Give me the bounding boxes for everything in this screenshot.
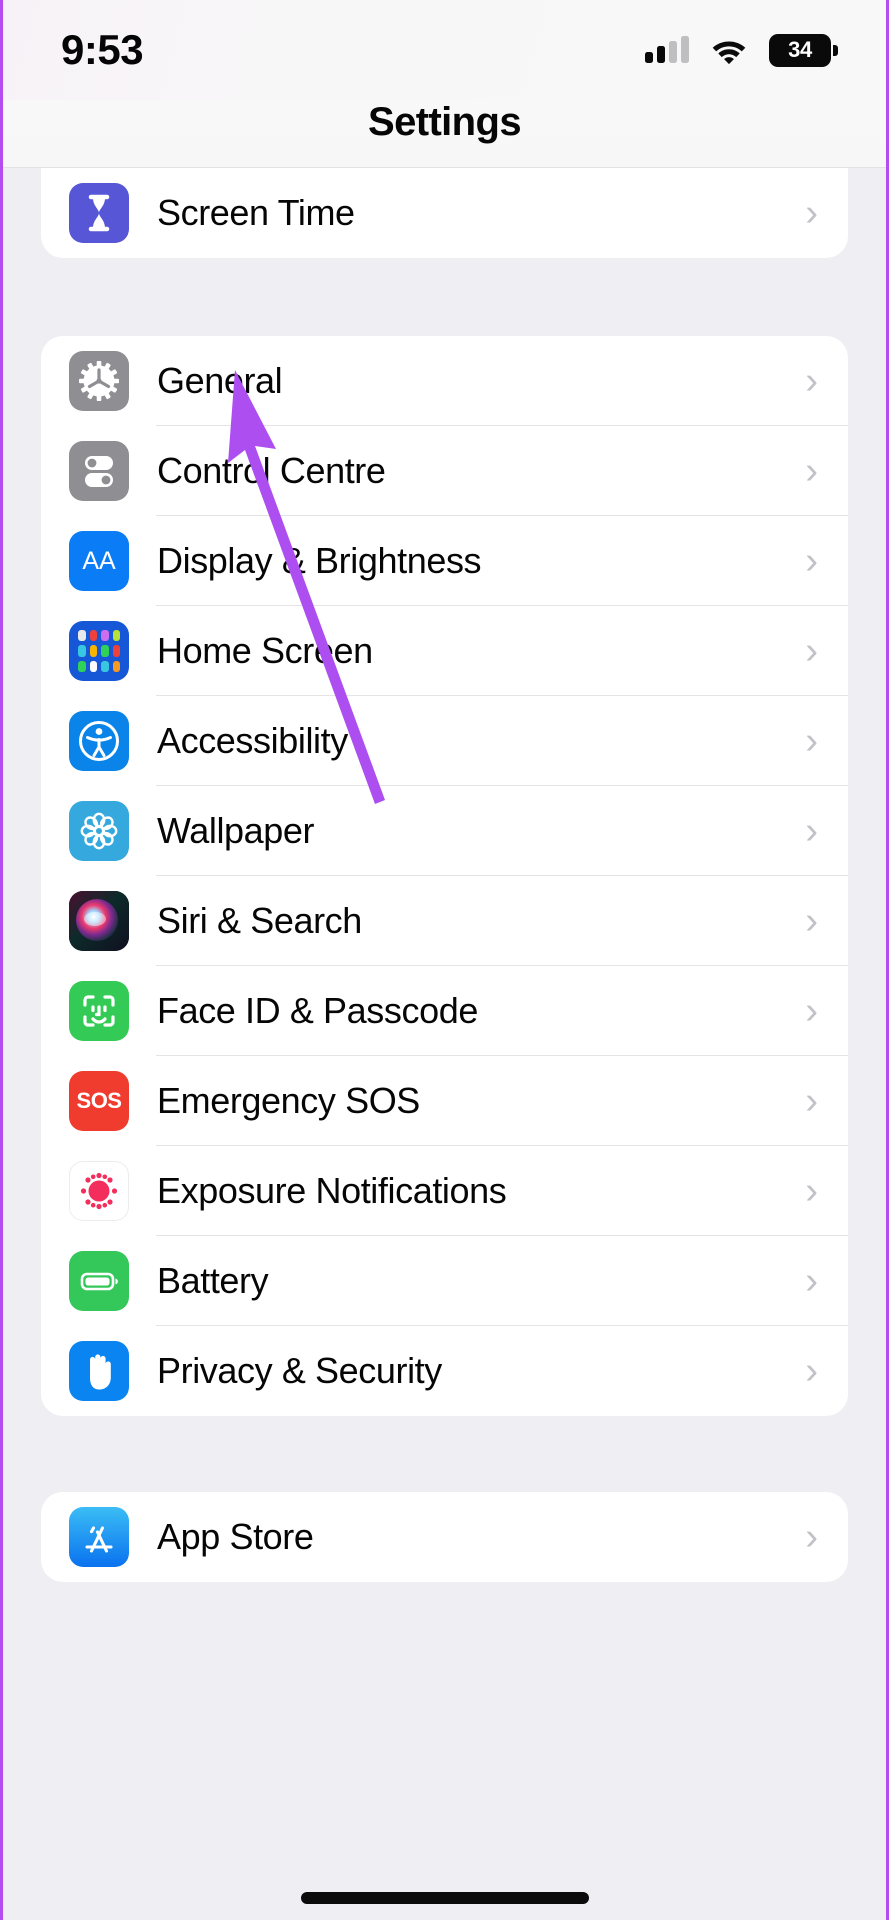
settings-row-exposure-notifications[interactable]: Exposure Notifications › xyxy=(41,1146,848,1236)
status-bar-clock: 9:53 xyxy=(61,26,144,73)
chevron-right-icon: › xyxy=(805,810,818,852)
siri-orb-icon xyxy=(69,891,129,951)
navigation-bar: Settings xyxy=(3,100,886,168)
settings-row-battery[interactable]: Battery › xyxy=(41,1236,848,1326)
settings-group-screen-time: Screen Time › xyxy=(41,168,848,258)
chevron-right-icon: › xyxy=(805,1516,818,1558)
settings-row-privacy-security[interactable]: Privacy & Security › xyxy=(41,1326,848,1416)
settings-row-label: Face ID & Passcode xyxy=(157,990,478,1031)
battery-percent-label: 34 xyxy=(788,37,812,62)
chevron-right-icon: › xyxy=(805,630,818,672)
hourglass-icon xyxy=(69,183,129,243)
wifi-icon xyxy=(709,36,749,65)
settings-row-label: App Store xyxy=(157,1516,314,1557)
settings-row-home-screen[interactable]: Home Screen › xyxy=(41,606,848,696)
accessibility-person-icon xyxy=(69,711,129,771)
iphone-screen: 9:53 34 Settings Screen Time › General ›… xyxy=(0,0,889,1920)
status-bar-indicators: 34 xyxy=(645,33,838,67)
chevron-right-icon: › xyxy=(805,1170,818,1212)
chevron-right-icon: › xyxy=(805,540,818,582)
settings-row-screen-time[interactable]: Screen Time › xyxy=(41,168,848,258)
status-bar: 9:53 34 xyxy=(3,0,886,100)
settings-row-label: Emergency SOS xyxy=(157,1080,420,1121)
chevron-right-icon: › xyxy=(805,192,818,234)
page-title: Settings xyxy=(368,100,522,144)
settings-row-label: Siri & Search xyxy=(157,900,362,941)
chevron-right-icon: › xyxy=(805,450,818,492)
app-grid-dots xyxy=(69,621,129,681)
settings-row-face-id-passcode[interactable]: Face ID & Passcode › xyxy=(41,966,848,1056)
chevron-right-icon: › xyxy=(805,990,818,1032)
battery-full-icon xyxy=(69,1251,129,1311)
hand-raised-icon xyxy=(69,1341,129,1401)
aa-label: AA xyxy=(82,546,116,575)
chevron-right-icon: › xyxy=(805,900,818,942)
settings-row-emergency-sos[interactable]: SOS Emergency SOS › xyxy=(41,1056,848,1146)
settings-row-label: Privacy & Security xyxy=(157,1350,442,1391)
battery-icon: 34 xyxy=(769,33,838,67)
gear-icon xyxy=(69,351,129,411)
chevron-right-icon: › xyxy=(805,1080,818,1122)
settings-row-label: Wallpaper xyxy=(157,810,315,851)
face-id-icon xyxy=(69,981,129,1041)
settings-row-display-brightness[interactable]: AA Display & Brightness › xyxy=(41,516,848,606)
chevron-right-icon: › xyxy=(805,720,818,762)
settings-group-store: App Store › xyxy=(41,1492,848,1582)
settings-row-control-centre[interactable]: Control Centre › xyxy=(41,426,848,516)
settings-row-label: Accessibility xyxy=(157,720,348,761)
settings-row-general[interactable]: General › xyxy=(41,336,848,426)
settings-row-label: General xyxy=(157,360,283,401)
app-grid-icon xyxy=(69,621,129,681)
flower-icon xyxy=(69,801,129,861)
settings-row-app-store[interactable]: App Store › xyxy=(41,1492,848,1582)
chevron-right-icon: › xyxy=(805,1260,818,1302)
settings-row-siri-search[interactable]: Siri & Search › xyxy=(41,876,848,966)
settings-row-label: Screen Time xyxy=(157,192,355,233)
home-indicator xyxy=(300,1892,589,1904)
chevron-right-icon: › xyxy=(805,1350,818,1392)
text-size-icon: AA xyxy=(69,531,129,591)
settings-row-label: Exposure Notifications xyxy=(157,1170,507,1211)
settings-row-label: Display & Brightness xyxy=(157,540,482,581)
settings-list[interactable]: Screen Time › General › Control Centre ›… xyxy=(3,168,886,1920)
settings-row-label: Control Centre xyxy=(157,450,386,491)
cellular-signal-icon xyxy=(645,36,689,63)
settings-row-accessibility[interactable]: Accessibility › xyxy=(41,696,848,786)
app-store-icon xyxy=(69,1507,129,1567)
sos-label: SOS xyxy=(76,1088,122,1113)
settings-row-label: Home Screen xyxy=(157,630,373,671)
sos-icon: SOS xyxy=(69,1071,129,1131)
battery-nub xyxy=(833,44,838,56)
toggles-icon xyxy=(69,441,129,501)
settings-group-system: General › Control Centre › AA Display & … xyxy=(41,336,848,1416)
chevron-right-icon: › xyxy=(805,360,818,402)
settings-row-label: Battery xyxy=(157,1260,269,1301)
exposure-notifications-icon xyxy=(69,1161,129,1221)
settings-row-wallpaper[interactable]: Wallpaper › xyxy=(41,786,848,876)
